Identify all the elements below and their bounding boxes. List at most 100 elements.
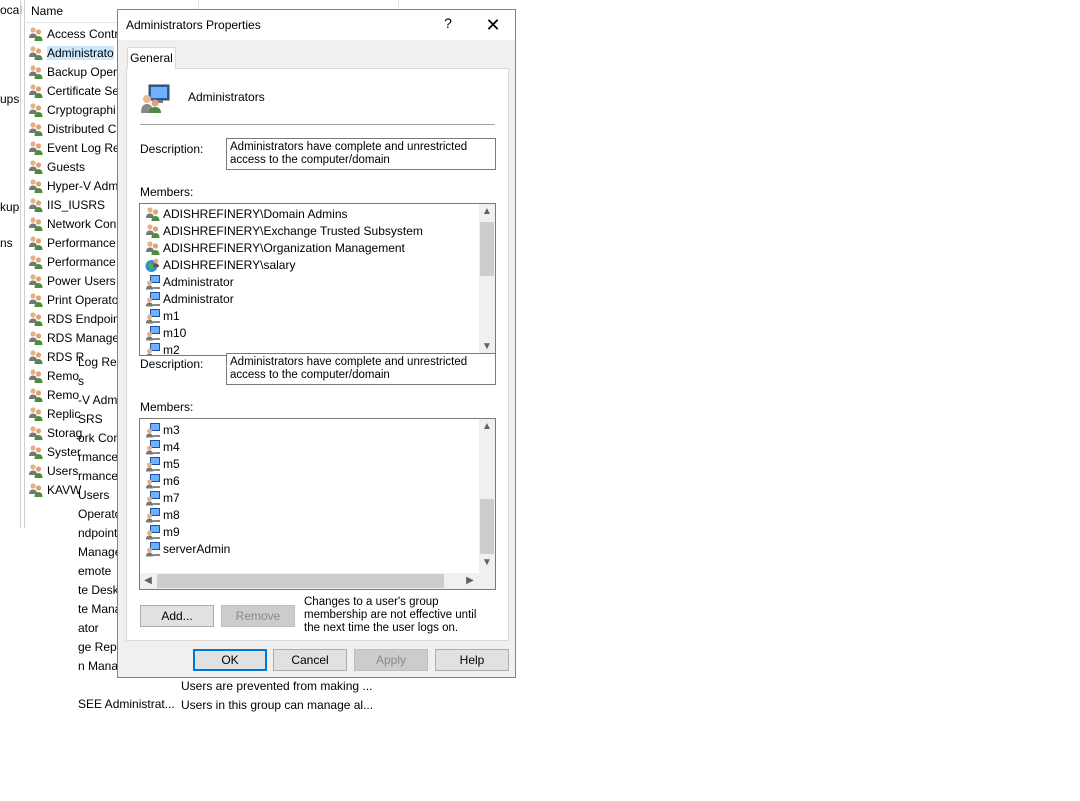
description-label: Description: [140,357,204,371]
group-icon [28,121,44,137]
group-icon [28,425,44,441]
title-bar[interactable]: Administrators Properties ? ✕ [118,10,515,40]
scroll-left-icon[interactable]: ◀ [140,573,156,589]
group-list-item[interactable]: Hyper-V Adm [28,176,118,195]
member-item[interactable]: m1 [145,307,180,324]
computer-user-icon [145,473,163,489]
group-list-item[interactable]: Certificate Se [28,81,119,100]
group-icon [28,216,44,232]
group-icon [145,206,163,222]
group-icon [28,235,44,251]
scroll-right-icon[interactable]: ▶ [462,573,478,589]
group-icon [28,482,44,498]
scroll-down-icon[interactable]: ▼ [479,555,495,571]
horizontal-scrollbar[interactable]: ◀ ▶ [140,573,479,589]
member-item[interactable]: m4 [145,438,180,455]
member-name: m6 [163,473,180,488]
ghost-list-item: ator [78,621,99,635]
group-list-item[interactable]: IIS_IUSRS [28,195,105,214]
group-list-item[interactable]: Backup Opera [28,62,124,81]
add-button[interactable]: Add... [140,605,214,627]
computer-user-icon [145,342,163,355]
member-name: m10 [163,325,187,340]
group-list-label: Performance [47,235,116,250]
member-item[interactable]: m10 [145,324,186,341]
member-item[interactable]: ADISHREFINERY\Exchange Trusted Subsystem [145,222,423,239]
group-list-label: Certificate Se [47,83,120,98]
group-description: Users are prevented from making ... [181,679,373,693]
group-list-item[interactable]: Guests [28,157,85,176]
member-item[interactable]: m5 [145,455,180,472]
ghost-list-item: SRS [78,412,103,426]
cancel-button[interactable]: Cancel [273,649,347,671]
member-item[interactable]: Administrator [145,273,234,290]
scroll-up-icon[interactable]: ▲ [479,204,495,220]
group-list-item[interactable]: Storag [28,423,82,442]
apply-button[interactable]: Apply [354,649,428,671]
group-list-item[interactable]: Distributed C [28,119,116,138]
group-icon [28,26,44,42]
member-item[interactable]: ADISHREFINERY\Organization Management [145,239,405,256]
left-pane-fragment: ns [0,236,13,250]
group-list-item[interactable]: Replic [28,404,80,423]
member-item[interactable]: m9 [145,523,180,540]
description-field[interactable]: Administrators have complete and unrestr… [226,353,496,385]
group-icon [28,159,44,175]
group-list-item[interactable]: Syster [28,442,81,461]
member-item[interactable]: ADISHREFINERY\salary [145,256,295,273]
group-list-item[interactable]: Network Con [28,214,116,233]
group-icon [28,64,44,80]
membership-note: Changes to a user's group membership are… [304,596,477,634]
members-list[interactable]: m2 m10 m1 Administrator Administrator ADISHRE… [139,203,496,356]
group-list-item[interactable]: Event Log Rea [28,138,126,157]
group-list-item[interactable]: Users [28,461,78,480]
group-list-item[interactable]: Print Operato [28,290,118,309]
remove-button[interactable]: Remove [221,605,295,627]
group-list-label: Guests [47,159,86,174]
ghost-list-item: te Desk [78,583,119,597]
member-item[interactable]: ADISHREFINERY\Domain Admins [145,205,348,222]
group-list-item[interactable]: RDS Endpoint [28,309,123,328]
group-icon [28,254,44,270]
group-list-item[interactable]: Administrato [28,43,114,62]
column-header-name[interactable]: Name [31,4,63,18]
help-icon[interactable]: ? [436,15,460,35]
member-item[interactable]: serverAdmin [145,540,230,557]
group-list-label: Distributed C [47,121,117,136]
group-list-item[interactable]: RDS Manager [28,328,123,347]
computer-user-icon [145,524,163,540]
member-item[interactable]: m3 [145,421,180,438]
scroll-up-icon[interactable]: ▲ [479,419,495,435]
group-list-item[interactable]: Performance [28,233,116,252]
group-list-item[interactable]: Remo [28,385,79,404]
ok-button[interactable]: OK [193,649,267,671]
pane-divider [20,0,21,528]
group-list-label: Remo [47,368,80,383]
group-list-item[interactable]: Remo [28,366,79,385]
member-item[interactable]: m2 [145,341,180,355]
group-list-item[interactable]: RDS R [28,347,84,366]
group-list-item[interactable]: Power Users [28,271,116,290]
scroll-thumb[interactable] [480,222,494,276]
members-list[interactable]: serverAdmin m9 m8 m7 m6 m5 m4 m3 ▲ ▼ ◀ ▶ [139,418,496,590]
close-icon[interactable]: ✕ [480,13,506,37]
member-item[interactable]: m7 [145,489,180,506]
ghost-list-item: Operato [78,507,122,521]
member-item[interactable]: m6 [145,472,180,489]
vertical-scrollbar[interactable]: ▲ ▼ [479,204,495,355]
help-button[interactable]: Help [435,649,509,671]
group-list-item[interactable]: KAVW [28,480,81,499]
member-name: m8 [163,507,180,522]
group-list-item[interactable]: Access Contr [28,24,118,43]
member-item[interactable]: Administrator [145,290,234,307]
member-item[interactable]: m8 [145,506,180,523]
scroll-thumb[interactable] [480,499,494,554]
group-list-label: Users [47,463,79,478]
vertical-scrollbar[interactable]: ▲ ▼ [479,419,495,573]
scroll-thumb[interactable] [157,574,444,588]
group-list-item[interactable]: Performance [28,252,116,271]
tab-general[interactable]: General [127,47,176,69]
administrators-group-icon [141,84,170,113]
description-field[interactable]: Administrators have complete and unrestr… [226,138,496,170]
group-list-item[interactable]: Cryptographi [28,100,116,119]
